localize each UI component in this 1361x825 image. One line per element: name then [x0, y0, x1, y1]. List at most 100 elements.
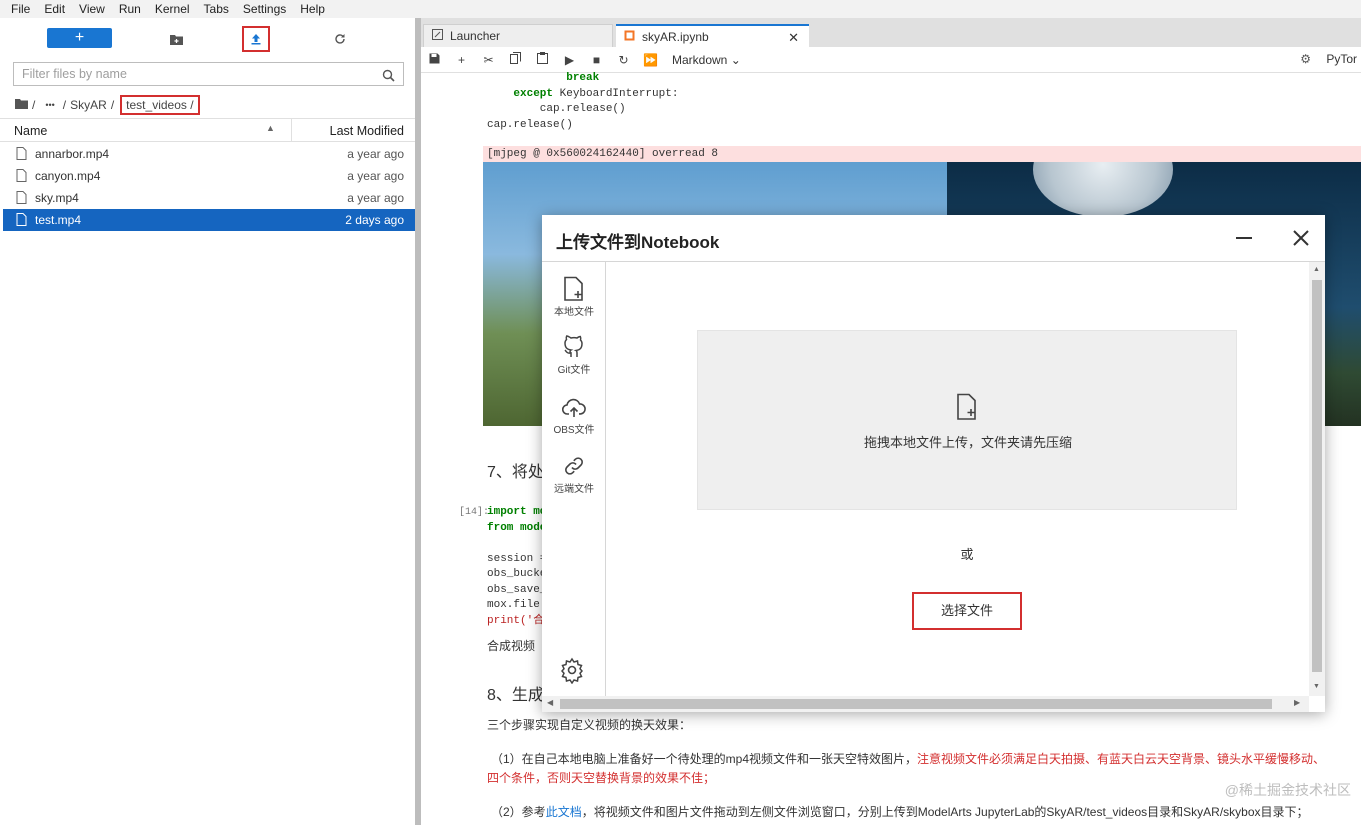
- column-name[interactable]: Name: [14, 124, 47, 138]
- paste-icon[interactable]: [529, 52, 556, 67]
- upload-icon[interactable]: [242, 26, 270, 52]
- copy-icon[interactable]: [502, 52, 529, 67]
- menu-edit[interactable]: Edit: [44, 2, 65, 16]
- kernel-name[interactable]: PyTor: [1326, 52, 1357, 66]
- column-last-modified[interactable]: Last Modified: [330, 124, 404, 138]
- menu-kernel[interactable]: Kernel: [155, 2, 190, 16]
- menu-help[interactable]: Help: [300, 2, 325, 16]
- fast-forward-icon[interactable]: ⏩: [637, 53, 664, 67]
- link-icon: [565, 457, 583, 475]
- new-folder-icon[interactable]: [164, 28, 188, 50]
- scroll-right-icon[interactable]: ▶: [1294, 698, 1300, 707]
- markdown-paragraph: 三个步骤实现自定义视频的换天效果：: [487, 718, 692, 732]
- cell-type-select[interactable]: Markdown ⌄: [672, 53, 741, 67]
- launcher-icon: [432, 25, 443, 48]
- column-divider[interactable]: [291, 119, 292, 141]
- cell-type-value: Markdown: [672, 52, 728, 67]
- menu-run[interactable]: Run: [119, 2, 141, 16]
- search-icon: [382, 67, 395, 89]
- code-cell-output[interactable]: break except KeyboardInterrupt: cap.rele…: [487, 71, 678, 133]
- source-obs-file[interactable]: OBS文件: [542, 394, 606, 436]
- source-git-file[interactable]: Git文件: [542, 334, 606, 376]
- gear-icon[interactable]: ⚙: [1300, 52, 1311, 66]
- add-cell-icon[interactable]: +: [448, 53, 475, 67]
- tab-skyar-notebook[interactable]: skyAR.ipynb ✕: [616, 24, 809, 47]
- vertical-scrollbar[interactable]: ▲ ▼: [1309, 262, 1325, 696]
- source-local-file[interactable]: 本地文件: [542, 276, 606, 318]
- breadcrumb-test-videos[interactable]: test_videos /: [120, 95, 200, 115]
- restart-icon[interactable]: ↻: [610, 53, 637, 67]
- menu-bar: File Edit View Run Kernel Tabs Settings …: [0, 0, 1361, 18]
- file-modified: a year ago: [347, 191, 404, 205]
- upload-dialog: 上传文件到Notebook 本地文件 Git文件 OBS文件 远端文件 拖拽本地…: [542, 215, 1325, 712]
- code-cell[interactable]: import mo from mode session = obs_bucke …: [487, 505, 546, 629]
- doc-link[interactable]: 此文档: [546, 805, 582, 819]
- para-text: （1）在自己本地电脑上准备好一个待处理的mp4视频文件和一张天空特效图片，: [491, 752, 918, 766]
- markdown-paragraph: （2）参考此文档，将视频文件和图片文件拖动到左侧文件浏览窗口，分别上传到Mode…: [491, 803, 1309, 820]
- tab-launcher[interactable]: Launcher: [423, 24, 613, 47]
- source-label: 远端文件: [554, 484, 594, 495]
- new-launcher-button[interactable]: +: [47, 28, 112, 48]
- file-name: annarbor.mp4: [35, 147, 110, 161]
- choose-file-button[interactable]: 选择文件: [912, 592, 1022, 630]
- code-line: break: [487, 72, 600, 84]
- file-name: test.mp4: [35, 213, 82, 227]
- menu-file[interactable]: File: [11, 2, 30, 16]
- gear-icon[interactable]: [558, 656, 586, 687]
- run-icon[interactable]: ▶: [556, 53, 583, 67]
- para-warning: 注意视频文件必须满足白天拍摄、有蓝天白云天空背景、镜头水平缓慢移动、: [917, 752, 1326, 766]
- cut-icon[interactable]: ✂: [475, 53, 502, 67]
- source-remote-file[interactable]: 远端文件: [542, 453, 606, 495]
- horizontal-scrollbar[interactable]: ◀ ▶: [542, 696, 1309, 712]
- dialog-header: 上传文件到Notebook: [542, 215, 1325, 262]
- scroll-thumb[interactable]: [560, 699, 1272, 709]
- file-row[interactable]: sky.mp4 a year ago: [3, 187, 415, 209]
- filter-files-input[interactable]: Filter files by name: [13, 62, 404, 86]
- upload-content: 拖拽本地文件上传，文件夹请先压缩 或 选择文件: [607, 262, 1309, 696]
- cell-output-text: 合成视频: [487, 639, 536, 653]
- para-text: （2）参考: [491, 805, 546, 819]
- menu-view[interactable]: View: [79, 2, 105, 16]
- minimize-icon[interactable]: [1234, 228, 1254, 248]
- para-text: ，将视频文件和图片文件拖动到左侧文件浏览窗口，分别上传到ModelArts Ju…: [581, 805, 1309, 819]
- breadcrumb-ellipsis[interactable]: •••: [45, 100, 54, 110]
- file-row[interactable]: canyon.mp4 a year ago: [3, 165, 415, 187]
- breadcrumb-root[interactable]: /: [32, 98, 35, 112]
- close-icon[interactable]: [1290, 227, 1312, 249]
- file-name: canyon.mp4: [35, 169, 101, 183]
- file-icon: [16, 147, 27, 163]
- drop-zone[interactable]: 拖拽本地文件上传，文件夹请先压缩: [697, 330, 1237, 510]
- notebook-icon: [624, 26, 635, 49]
- file-browser-toolbar: +: [0, 18, 415, 58]
- file-row-selected[interactable]: test.mp4 2 days ago: [3, 209, 415, 231]
- code-line: session =: [487, 552, 547, 565]
- folder-icon[interactable]: [15, 98, 28, 112]
- save-icon[interactable]: [421, 53, 448, 67]
- scroll-thumb[interactable]: [1312, 280, 1322, 672]
- menu-tabs[interactable]: Tabs: [204, 2, 229, 16]
- scroll-left-icon[interactable]: ◀: [547, 698, 553, 707]
- tab-label: Launcher: [450, 29, 501, 43]
- stop-icon[interactable]: ■: [583, 53, 610, 67]
- scroll-up-icon[interactable]: ▲: [1313, 266, 1320, 273]
- github-icon: [564, 335, 583, 357]
- tab-bar: Launcher skyAR.ipynb ✕: [421, 18, 1361, 47]
- local-file-icon: [564, 276, 583, 301]
- notebook-toolbar: + ✂ ▶ ■ ↻ ⏩ Markdown ⌄ ⚙ PyTor: [421, 47, 1361, 73]
- sort-ascending-icon[interactable]: ▲: [266, 123, 275, 133]
- drop-zone-text: 拖拽本地文件上传，文件夹请先压缩: [863, 435, 1072, 450]
- breadcrumb: / ••• / SkyAR / test_videos /: [15, 95, 204, 115]
- scroll-down-icon[interactable]: ▼: [1313, 683, 1320, 690]
- code-line: mox.file.: [487, 599, 547, 611]
- file-modified: a year ago: [347, 169, 404, 183]
- menu-settings[interactable]: Settings: [243, 2, 286, 16]
- chevron-down-icon: ⌄: [730, 52, 741, 67]
- code-line: except KeyboardInterrupt:: [487, 87, 679, 100]
- file-row[interactable]: annarbor.mp4 a year ago: [3, 143, 415, 165]
- markdown-paragraph-warning: 四个条件，否则天空替换背景的效果不佳；: [487, 771, 716, 785]
- refresh-icon[interactable]: [328, 28, 352, 50]
- close-tab-icon[interactable]: ✕: [788, 26, 799, 49]
- file-icon: [16, 191, 27, 207]
- breadcrumb-skyar[interactable]: SkyAR: [70, 98, 107, 112]
- stderr-output: [mjpeg @ 0x560024162440] overread 8: [483, 146, 1361, 162]
